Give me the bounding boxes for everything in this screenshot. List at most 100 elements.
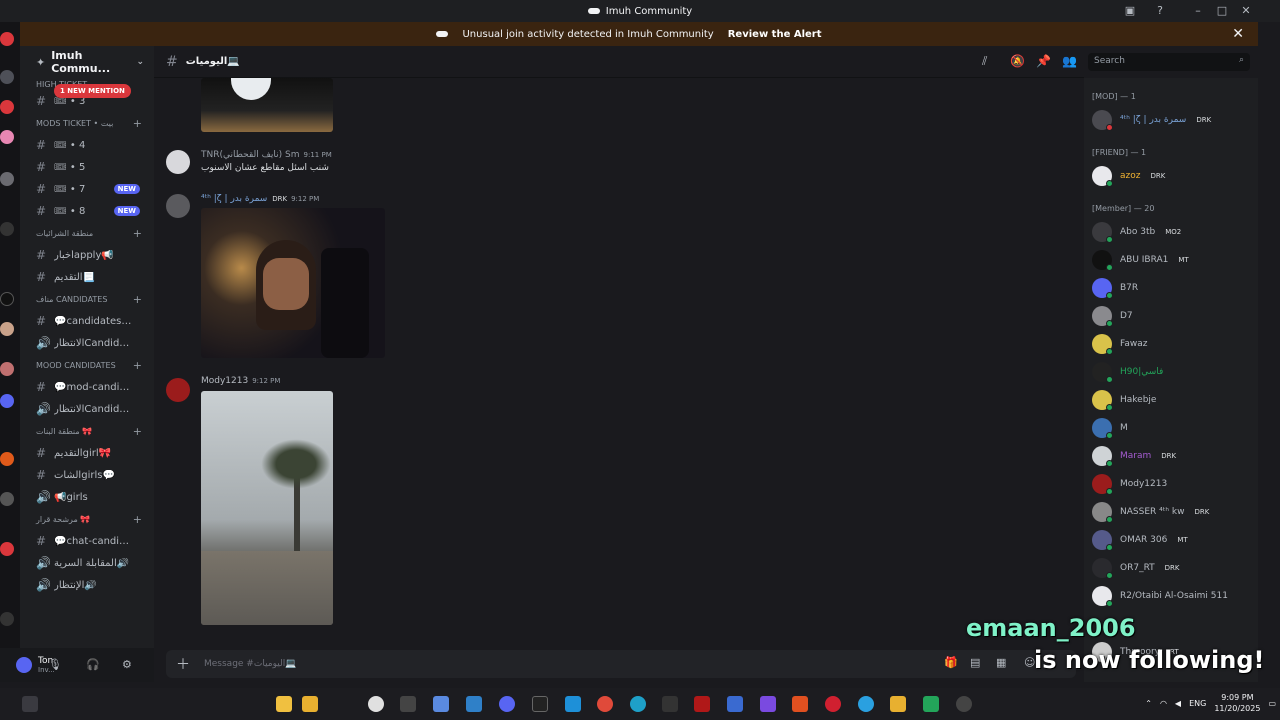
clock[interactable]: 9:09 PM 11/20/2025 [1214,692,1260,714]
server-header[interactable]: ✦ Imuh Commu... ⌄ [20,46,154,78]
member-item[interactable]: NASSER ⁴ᵗʰ kw DRK [1092,500,1209,524]
member-item[interactable]: OMAR 306 MT [1092,528,1188,552]
message-input[interactable]: Message #اليوميات💻 [204,659,296,669]
voice-channel-item[interactable]: 🔊 📢girls [20,486,154,508]
new-mention-pill[interactable]: 1 NEW MENTION [54,84,131,98]
channel-item[interactable]: # 🎟 • 4 [20,134,154,156]
add-attachment-icon[interactable]: ＋ [176,654,190,674]
message-author[interactable]: Mody1213 9:12 PM [201,376,280,386]
chrome-icon[interactable] [597,696,613,712]
store-icon[interactable] [565,696,581,712]
app-icon[interactable] [727,696,743,712]
calculator-icon[interactable] [400,696,416,712]
brave-icon[interactable] [792,696,808,712]
add-channel-icon[interactable]: + [133,425,142,438]
headphones-icon[interactable]: 🎧 [86,658,100,671]
add-channel-icon[interactable]: + [133,293,142,306]
gear-icon[interactable]: ⚙ [122,658,132,671]
edge-icon[interactable] [630,696,646,712]
threads-icon[interactable]: ⫽ [982,54,987,69]
attachment-image[interactable] [201,78,333,132]
review-alert-button[interactable]: Review the Alert [728,29,822,40]
member-item[interactable]: Fawaz [1092,332,1147,356]
volume-icon[interactable]: ◀ [1175,699,1181,708]
close-window-button[interactable]: ✕ [1238,3,1254,19]
microphone-icon[interactable]: 🎙 [48,658,62,671]
notification-bell-icon[interactable]: 🔕 [1010,54,1025,68]
server-icon[interactable] [0,70,14,84]
member-item[interactable]: azoz DRK [1092,164,1165,188]
server-icon[interactable] [0,32,14,46]
pin-icon[interactable]: 📌 [1036,54,1051,68]
start-icon[interactable] [22,696,38,712]
channel-item[interactable]: # أخبارapply📢 [20,244,154,266]
server-icon[interactable] [0,394,14,408]
member-item[interactable]: OR7_RT DRK [1092,556,1180,580]
add-channel-icon[interactable]: + [133,359,142,372]
server-icon[interactable] [0,292,14,306]
server-icon[interactable] [0,612,14,626]
wifi-icon[interactable]: ◠ [1160,699,1167,708]
member-item[interactable]: M [1092,416,1128,440]
close-icon[interactable]: ✕ [1232,26,1244,42]
category-item[interactable]: مناف Candidates + [20,288,154,310]
app-icon[interactable] [956,696,972,712]
channel-item[interactable]: # 💬candidates-... [20,310,154,332]
category-item[interactable]: منطقة البنات 🎀 + [20,420,154,442]
chevron-down-icon[interactable]: ⌄ [136,57,144,67]
terminal-icon[interactable] [532,696,548,712]
app-icon[interactable] [694,696,710,712]
channel-item[interactable]: # الشاتgirls💬 [20,464,154,486]
avatar[interactable] [166,194,190,218]
member-item[interactable]: Mody1213 [1092,472,1167,496]
add-channel-icon[interactable]: + [133,513,142,526]
voice-channel-item[interactable]: 🔊 الانتظارCandidate [20,398,154,420]
member-item[interactable]: D7 [1092,304,1133,328]
voice-channel-item[interactable]: 🔊 الانتظارCandidate [20,332,154,354]
member-item[interactable]: ABU IBRA1 MT [1092,248,1189,272]
notification-icon[interactable]: ▭ [1268,699,1276,708]
server-icon[interactable] [0,452,14,466]
member-item[interactable]: Abo 3tb MO2 [1092,220,1181,244]
language-indicator[interactable]: ENG [1189,699,1206,708]
member-item[interactable]: B7R [1092,276,1138,300]
message-author[interactable]: TNR(نايف القحطاني) Sm 9:11 PM [201,150,332,160]
member-item[interactable]: H90|فاسي [1092,360,1163,384]
server-icon[interactable] [0,322,14,336]
folder-icon[interactable] [890,696,906,712]
voice-channel-item[interactable]: 🔊 المقابلة السرية🔊 [20,552,154,574]
avatar[interactable] [166,378,190,402]
channel-item[interactable]: # 💬chat-candid... [20,530,154,552]
add-channel-icon[interactable]: + [133,117,142,130]
avatar[interactable] [16,657,32,673]
category-item[interactable]: مرشحة قرار 🎀 + [20,508,154,530]
clock-app-icon[interactable] [368,696,384,712]
maximize-button[interactable]: □ [1214,3,1230,19]
category-item[interactable]: Mood Candidates + [20,354,154,376]
channel-item[interactable]: # 🎟 • 7 NEW [20,178,154,200]
avatar[interactable] [166,150,190,174]
server-icon[interactable] [0,362,14,376]
message-composer[interactable]: ＋ Message #اليوميات💻 🎁 ▤ ▦ ☺ [166,650,1076,678]
search-input[interactable]: Search ⌕ [1088,53,1250,71]
member-item[interactable]: R2/Otaibi Al-Osaimi 511 [1092,584,1228,608]
server-icon[interactable] [0,172,14,186]
vscode-icon[interactable] [466,696,482,712]
attachment-image[interactable] [201,208,385,358]
app-icon[interactable] [858,696,874,712]
app-icon[interactable] [760,696,776,712]
member-item[interactable]: Hakebje [1092,388,1156,412]
attachment-image[interactable] [201,391,333,625]
channel-item[interactable]: # التقديم📃 [20,266,154,288]
copilot-icon[interactable] [433,696,449,712]
discord-icon[interactable] [499,696,515,712]
channel-item[interactable]: # 💬mod-candid... [20,376,154,398]
chevron-up-icon[interactable]: ⌃ [1145,699,1152,708]
category-mods-ticket[interactable]: MODS TICKET • بيت + [20,112,154,134]
member-item[interactable]: ⁴ᵗʰ |ζ | سمرة بدر DRK [1092,108,1211,132]
inbox-icon[interactable]: ▣ [1122,3,1138,19]
file-explorer-icon[interactable] [276,696,292,712]
channel-item[interactable]: # 🎟 • 8 NEW [20,200,154,222]
voice-channel-item[interactable]: 🔊 الإنتظار🔊 [20,574,154,596]
minimize-button[interactable]: – [1190,3,1206,19]
